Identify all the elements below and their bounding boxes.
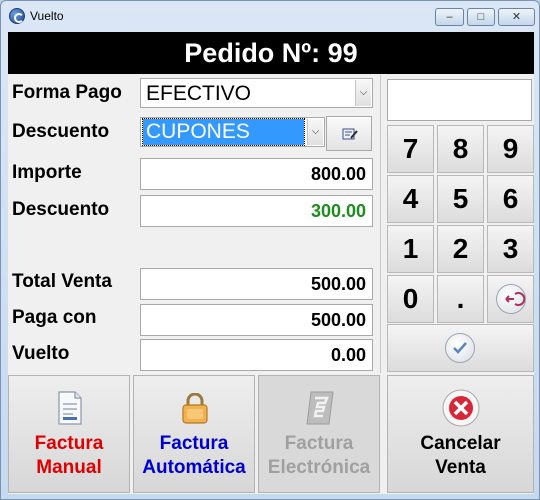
edit-icon	[342, 128, 358, 140]
confirm-button[interactable]	[387, 324, 534, 372]
key-3[interactable]: 3	[487, 225, 534, 273]
key-0[interactable]: 0	[387, 275, 434, 323]
factura-electronica-button[interactable]: Factura Electrónica	[258, 375, 380, 493]
key-7[interactable]: 7	[387, 125, 434, 173]
client-area: Pedido Nº: 99 Forma Pago EFECTIVO ⌵ Desc…	[8, 32, 534, 494]
vuelto-field[interactable]: 0.00	[140, 339, 373, 371]
key-9[interactable]: 9	[487, 125, 534, 173]
factura-manual-button[interactable]: Factura Manual	[8, 375, 130, 493]
factura-manual-label: Factura Manual	[34, 433, 104, 478]
lock-icon	[182, 393, 208, 424]
cancelar-venta-button[interactable]: Cancelar Venta	[387, 375, 534, 493]
checkmark-icon	[445, 333, 475, 363]
backspace-icon	[496, 284, 526, 314]
vuelto-label: Vuelto	[12, 343, 70, 364]
importe-label: Importe	[12, 162, 82, 183]
key-1[interactable]: 1	[387, 225, 434, 273]
descuento-type-label: Descuento	[12, 121, 110, 142]
close-button[interactable]: ✕	[498, 8, 535, 26]
electronic-invoice-icon	[306, 391, 334, 425]
descuento-type-value: CUPONES	[142, 118, 305, 146]
key-6[interactable]: 6	[487, 175, 534, 223]
total-venta-label: Total Venta	[12, 271, 112, 292]
factura-automatica-button[interactable]: Factura Automática	[133, 375, 255, 493]
maximize-button[interactable]: □	[467, 8, 495, 26]
key-decimal[interactable]: .	[437, 275, 484, 323]
payment-form: Forma Pago EFECTIVO ⌵ Descuento CUPONES …	[8, 75, 381, 373]
factura-electronica-label: Factura Electrónica	[267, 433, 371, 478]
document-icon	[58, 391, 82, 425]
key-2[interactable]: 2	[437, 225, 484, 273]
edit-discount-button[interactable]	[326, 116, 372, 151]
forma-pago-label: Forma Pago	[12, 82, 122, 103]
cancel-icon	[442, 389, 480, 427]
key-4[interactable]: 4	[387, 175, 434, 223]
app-icon	[9, 8, 25, 24]
chevron-down-icon[interactable]: ⌵	[307, 119, 323, 145]
factura-automatica-label: Factura Automática	[142, 433, 246, 478]
cancelar-venta-label: Cancelar Venta	[420, 433, 501, 478]
vuelto-window: Vuelto – □ ✕ Pedido Nº: 99 Forma Pago EF…	[0, 0, 540, 500]
forma-pago-value: EFECTIVO	[146, 82, 252, 105]
paga-con-label: Paga con	[12, 307, 97, 328]
key-5[interactable]: 5	[437, 175, 484, 223]
backspace-button[interactable]	[487, 275, 534, 323]
order-number-header: Pedido Nº: 99	[8, 32, 534, 74]
descuento-select[interactable]: CUPONES ⌵	[140, 117, 325, 147]
keypad-display[interactable]	[387, 79, 532, 121]
importe-field[interactable]: 800.00	[140, 158, 373, 190]
total-venta-field[interactable]: 500.00	[140, 268, 373, 300]
descuento-amount-label: Descuento	[12, 199, 110, 220]
numeric-keypad: 7 8 9 4 5 6 1 2 3 0 .	[386, 75, 534, 373]
forma-pago-select[interactable]: EFECTIVO ⌵	[140, 78, 373, 108]
title-bar[interactable]: Vuelto – □ ✕	[1, 1, 539, 31]
window-title: Vuelto	[30, 9, 64, 23]
key-8[interactable]: 8	[437, 125, 484, 173]
descuento-amount-field[interactable]: 300.00	[140, 195, 373, 227]
paga-con-field[interactable]: 500.00	[140, 304, 373, 336]
chevron-down-icon[interactable]: ⌵	[355, 80, 371, 106]
minimize-button[interactable]: –	[435, 8, 464, 26]
